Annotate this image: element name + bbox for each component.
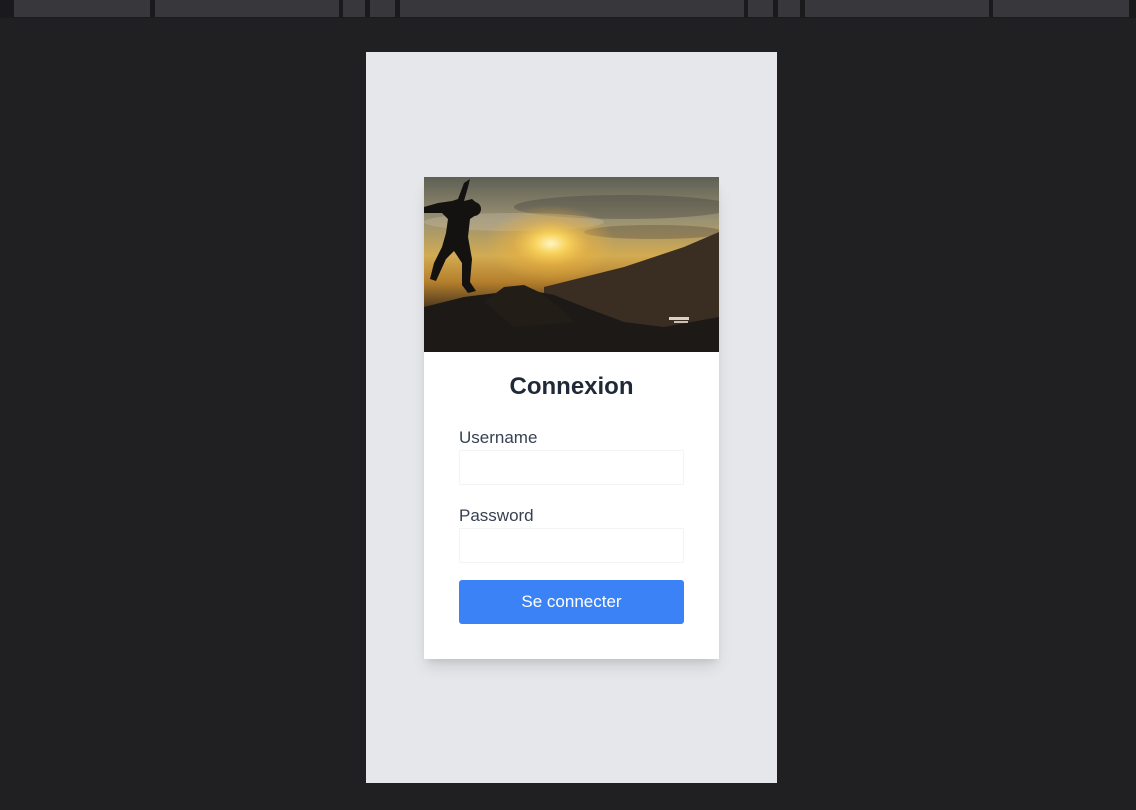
login-card: Connexion Username Password Se connecter [424,177,719,659]
toolbar-segment [370,0,395,17]
device-viewport: Connexion Username Password Se connecter [366,52,777,783]
toolbar-segment [993,0,1129,17]
login-title: Connexion [509,373,634,400]
top-toolbar-strip [0,0,1136,18]
username-input[interactable] [459,450,684,485]
toolbar-segment [155,0,339,17]
username-label: Username [459,428,538,447]
toolbar-segment [778,0,800,17]
password-label: Password [459,506,534,525]
toolbar-segment [343,0,365,17]
hero-image [424,177,719,352]
toolbar-segment [14,0,150,17]
toolbar-segment [748,0,773,17]
password-input[interactable] [459,528,684,563]
toolbar-segment [400,0,744,17]
toolbar-segment [805,0,989,17]
login-submit-button[interactable]: Se connecter [459,580,684,624]
